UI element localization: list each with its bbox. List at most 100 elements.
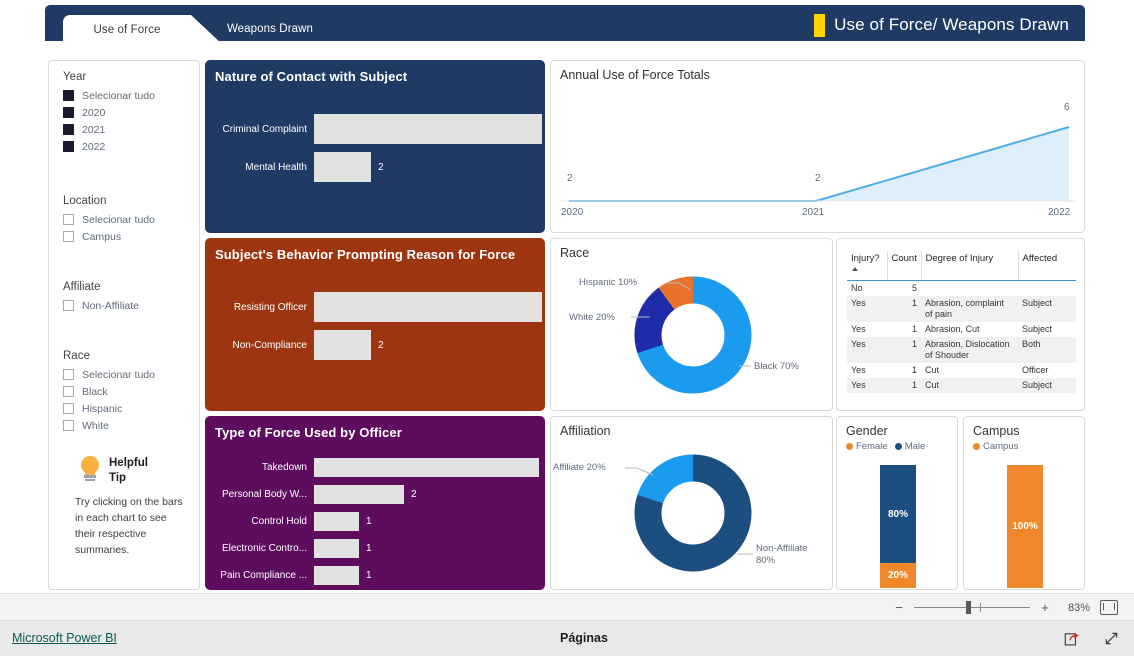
table-injury-details[interactable]: Injury? Count Degree of Injury Affected … — [836, 238, 1085, 411]
fit-to-page-icon[interactable] — [1100, 600, 1118, 615]
helpful-tip: Helpful Tip Try clicking on the bars in … — [49, 456, 201, 558]
bar-row[interactable]: Criminal Complaint 8 — [215, 114, 555, 144]
fullscreen-icon[interactable] — [1103, 630, 1120, 647]
checkbox-icon[interactable] — [63, 90, 74, 101]
bar-row[interactable]: Non-Compliance 2 — [215, 330, 545, 360]
data-label: 2 — [815, 173, 821, 184]
bar-row[interactable]: Electronic Contro... 1 — [215, 539, 545, 558]
cell-injury: Yes — [847, 337, 887, 363]
table-row[interactable]: Yes 1 Cut Subject — [847, 378, 1076, 393]
bar-row[interactable]: Pain Compliance ... 1 — [215, 566, 545, 585]
col-header-degree[interactable]: Degree of Injury — [921, 251, 1019, 281]
filter-heading: Location — [63, 195, 107, 207]
tab-weapons-drawn[interactable]: Weapons Drawn — [205, 13, 335, 45]
chart-annual-use-of-force-totals[interactable]: Annual Use of Force Totals 2 2 6 2020 20… — [550, 60, 1085, 233]
checkbox-icon[interactable] — [63, 214, 74, 225]
chart-affiliation-donut[interactable]: Affiliation Affiliate 20% Non-Affiliate … — [550, 416, 833, 590]
segment-female[interactable]: 20% — [880, 563, 916, 588]
stacked-bar[interactable]: 100% — [1007, 465, 1043, 588]
checkbox-icon[interactable] — [63, 231, 74, 242]
bar-row[interactable]: Control Hold 1 — [215, 512, 545, 531]
chart-subject-behavior[interactable]: Subject's Behavior Prompting Reason for … — [205, 238, 555, 411]
bar-fill[interactable] — [314, 512, 359, 531]
filter-label: 2021 — [82, 123, 106, 136]
segment-campus[interactable]: 100% — [1007, 465, 1043, 588]
bar-fill[interactable] — [314, 539, 359, 558]
table-row[interactable]: Yes 1 Cut Officer — [847, 363, 1076, 378]
cell-count: 5 — [911, 283, 917, 293]
table-row[interactable]: Yes 1 Abrasion, Dislocation of Shouder B… — [847, 337, 1076, 363]
tab-use-of-force[interactable]: Use of Force — [63, 15, 223, 45]
tip-body: Try clicking on the bars in each chart t… — [75, 496, 183, 556]
filter-item-select-all-race[interactable]: Selecionar tudo — [63, 366, 199, 383]
bar-fill[interactable] — [314, 485, 404, 504]
slice-label-non-affiliate: Non-Affiliate 80% — [756, 543, 808, 566]
checkbox-icon[interactable] — [63, 124, 74, 135]
zoom-in-button[interactable]: + — [1040, 600, 1050, 615]
bar-label: Control Hold — [251, 516, 307, 527]
stacked-bar[interactable]: 80% 20% — [880, 465, 916, 588]
table-row[interactable]: Yes 1 Abrasion, Cut Subject — [847, 322, 1076, 337]
bar-row[interactable]: Takedown 5 — [215, 458, 552, 477]
bar-fill[interactable] — [314, 458, 539, 477]
checkbox-icon[interactable] — [63, 141, 74, 152]
checkbox-icon[interactable] — [63, 420, 74, 431]
zoom-slider-thumb[interactable] — [966, 601, 971, 614]
filter-label: Selecionar tudo — [82, 213, 155, 226]
filter-label: Non-Affiliate — [82, 299, 140, 312]
col-header-affected[interactable]: Affected — [1018, 251, 1076, 281]
checkbox-icon[interactable] — [63, 107, 74, 118]
table-row[interactable]: Yes 1 Abrasion, complaint of pain Subjec… — [847, 296, 1076, 322]
segment-male[interactable]: 80% — [880, 465, 916, 563]
chart-type-of-force[interactable]: Type of Force Used by Officer Takedown 5… — [205, 416, 552, 590]
legend-item-male[interactable]: Male — [894, 441, 925, 452]
col-label: Affected — [1022, 253, 1058, 264]
zoom-slider-tick — [980, 603, 981, 612]
bar-fill[interactable] — [314, 114, 542, 144]
data-label: 6 — [1064, 102, 1070, 113]
legend-item-campus[interactable]: Campus — [973, 441, 1018, 452]
bar-fill[interactable] — [314, 152, 371, 182]
share-icon[interactable] — [1064, 630, 1081, 647]
slice-label-black: Black 70% — [754, 361, 799, 372]
filter-item-white[interactable]: White — [63, 417, 199, 434]
chart-campus[interactable]: Campus Campus 100% — [963, 416, 1085, 590]
filter-label: Black — [82, 385, 108, 398]
filter-item-2022[interactable]: 2022 — [63, 138, 199, 155]
bar-fill[interactable] — [314, 330, 371, 360]
filter-item-2020[interactable]: 2020 — [63, 104, 199, 121]
table-row[interactable]: No 5 — [847, 281, 1076, 297]
chart-gender[interactable]: Gender Female Male 80% 20% — [836, 416, 958, 590]
bar-fill[interactable] — [314, 566, 359, 585]
slice-label-hispanic: Hispanic 10% — [579, 277, 638, 288]
cell-count: 1 — [911, 365, 917, 375]
pages-label[interactable]: Páginas — [560, 631, 608, 645]
bar-row[interactable]: Mental Health 2 — [215, 152, 545, 182]
chart-race-donut[interactable]: Race Hispanic 10% White 20% Black 70% — [550, 238, 833, 411]
x-axis-tick: 2020 — [561, 207, 584, 218]
filter-item-select-all-year[interactable]: Selecionar tudo — [63, 87, 199, 104]
filter-item-select-all-location[interactable]: Selecionar tudo — [63, 211, 199, 228]
chart-nature-of-contact[interactable]: Nature of Contact with Subject Criminal … — [205, 60, 555, 233]
report-canvas: Year Selecionar tudo 2020 2021 2022 Loca… — [0, 45, 1134, 593]
checkbox-icon[interactable] — [63, 369, 74, 380]
checkbox-icon[interactable] — [63, 403, 74, 414]
filter-group-affiliate: Affiliate Non-Affiliate — [49, 245, 199, 314]
checkbox-icon[interactable] — [63, 386, 74, 397]
zoom-out-button[interactable]: − — [894, 600, 904, 615]
col-header-injury[interactable]: Injury? — [847, 251, 888, 281]
filter-item-non-affiliate[interactable]: Non-Affiliate — [63, 297, 199, 314]
bar-fill[interactable] — [314, 292, 542, 322]
filter-item-hispanic[interactable]: Hispanic — [63, 400, 199, 417]
checkbox-icon[interactable] — [63, 300, 74, 311]
filter-group-location: Location Selecionar tudo Campus — [49, 155, 199, 245]
powerbi-brand-link[interactable]: Microsoft Power BI — [12, 631, 117, 645]
bar-row[interactable]: Resisting Officer 8 — [215, 292, 555, 322]
zoom-slider[interactable] — [914, 601, 1030, 614]
col-header-count[interactable]: Count — [887, 251, 922, 281]
bar-row[interactable]: Personal Body W... 2 — [215, 485, 545, 504]
filter-item-black[interactable]: Black — [63, 383, 199, 400]
filter-item-campus[interactable]: Campus — [63, 228, 199, 245]
filter-item-2021[interactable]: 2021 — [63, 121, 199, 138]
legend-item-female[interactable]: Female — [846, 441, 888, 452]
